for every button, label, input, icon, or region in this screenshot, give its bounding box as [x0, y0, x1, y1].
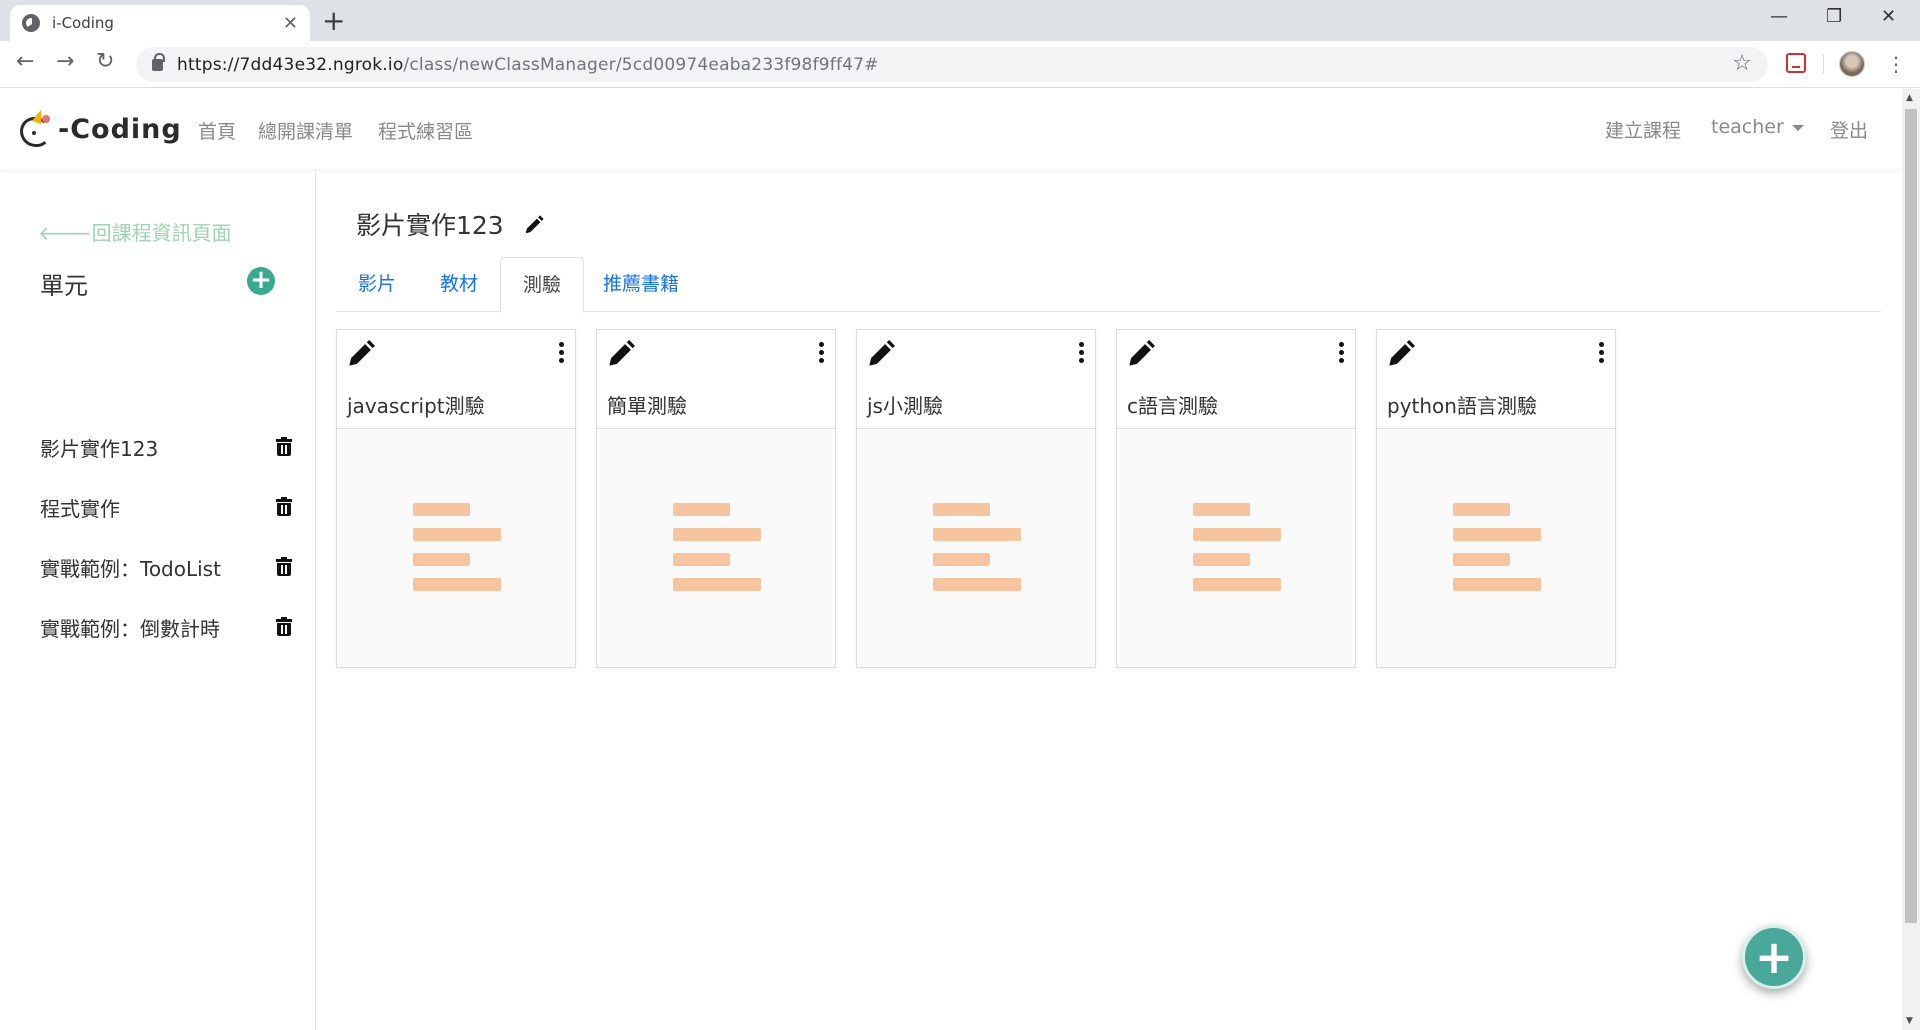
url-host: https://7dd43e32.ngrok.io: [177, 54, 404, 75]
quiz-placeholder-image: [1117, 430, 1355, 667]
scrollbar-thumb[interactable]: [1905, 109, 1917, 923]
user-name: teacher: [1711, 116, 1784, 138]
units-title: 單元: [40, 272, 88, 300]
back-to-course-link[interactable]: 🡐回課程資訊頁面: [38, 217, 232, 246]
edit-quiz-icon[interactable]: [1387, 340, 1415, 372]
unit-item[interactable]: 實戰範例：倒數計時: [40, 613, 300, 643]
quiz-card-header: python語言測驗: [1377, 330, 1615, 429]
browser-tab-title: i-Coding: [52, 14, 114, 32]
caret-down-icon: [1791, 124, 1804, 131]
back-link-label: 回課程資訊頁面: [91, 221, 232, 245]
new-tab-icon[interactable]: +: [322, 6, 345, 36]
quiz-title: python語言測驗: [1387, 394, 1537, 418]
browser-menu-icon[interactable]: ⋮: [1886, 52, 1906, 76]
profile-avatar[interactable]: [1839, 51, 1865, 77]
edit-quiz-icon[interactable]: [607, 340, 635, 372]
close-tab-icon[interactable]: ✕: [283, 13, 298, 34]
forward-arrow-icon[interactable]: →: [56, 49, 74, 74]
more-options-icon[interactable]: [1079, 342, 1085, 364]
quiz-card-header: c語言測驗: [1117, 330, 1355, 429]
quiz-card[interactable]: js小測驗: [856, 329, 1096, 668]
unit-label: 實戰範例：TodoList: [40, 557, 221, 581]
unit-item[interactable]: 影片實作123: [40, 433, 300, 463]
trash-icon[interactable]: [276, 497, 292, 516]
logo-text: -Coding: [58, 113, 182, 145]
quiz-placeholder-image: [597, 430, 835, 667]
quiz-title: 簡單測驗: [607, 394, 687, 418]
browser-tab-strip: i-Coding ✕ + — ❐ ✕: [0, 0, 1920, 41]
unit-label: 實戰範例：倒數計時: [40, 617, 220, 641]
page-scrollbar[interactable]: ▲ ▼: [1902, 89, 1920, 1030]
quiz-card[interactable]: python語言測驗: [1376, 329, 1616, 668]
page: -Coding 首頁 總開課清單 程式練習區 建立課程 teacher 登出 🡐…: [0, 89, 1902, 1030]
quiz-card-header: javascript測驗: [337, 330, 575, 429]
unit-sidebar: 🡐回課程資訊頁面 單元 + 影片實作123 程式實作 實戰範例：TodoList…: [0, 169, 316, 1030]
create-course-link[interactable]: 建立課程: [1605, 116, 1681, 143]
edit-quiz-icon[interactable]: [867, 340, 895, 372]
arrow-left-icon: 🡐: [38, 221, 92, 245]
quiz-card[interactable]: 簡單測驗: [596, 329, 836, 668]
url-path: /class/newClassManager/5cd00974eaba233f9…: [403, 54, 879, 75]
edit-quiz-icon[interactable]: [1127, 340, 1155, 372]
more-options-icon[interactable]: [559, 342, 565, 364]
scroll-down-icon[interactable]: ▼: [1906, 1016, 1913, 1026]
unit-item[interactable]: 實戰範例：TodoList: [40, 553, 300, 583]
quiz-title: c語言測驗: [1127, 394, 1218, 418]
minimize-icon[interactable]: —: [1770, 6, 1788, 27]
edit-quiz-icon[interactable]: [347, 340, 375, 372]
nav-link-course-list[interactable]: 總開課清單: [258, 117, 353, 144]
quiz-placeholder-image: [1377, 430, 1615, 667]
address-bar[interactable]: https://7dd43e32.ngrok.io/class/newClass…: [136, 47, 1768, 82]
more-options-icon[interactable]: [1599, 342, 1605, 364]
logout-link[interactable]: 登出: [1830, 116, 1868, 143]
restore-icon[interactable]: ❐: [1826, 6, 1842, 27]
quiz-card-header: 簡單測驗: [597, 330, 835, 429]
quiz-title: js小測驗: [867, 394, 943, 418]
main-content: 影片實作123 影片 教材 測驗 推薦書籍 javascript測驗 簡單測驗 …: [336, 169, 1881, 1030]
browser-tab[interactable]: i-Coding ✕: [10, 5, 310, 41]
quiz-placeholder-image: [337, 430, 575, 667]
nav-link-practice[interactable]: 程式練習區: [378, 117, 473, 144]
browser-toolbar: ← → ↻ https://7dd43e32.ngrok.io/class/ne…: [0, 41, 1920, 88]
quiz-placeholder-image: [857, 430, 1095, 667]
add-unit-button[interactable]: +: [247, 267, 275, 295]
nav-link-home[interactable]: 首頁: [198, 117, 236, 144]
unicorn-logo-icon: [18, 107, 58, 149]
quiz-card[interactable]: javascript測驗: [336, 329, 576, 668]
toolbar-divider: [1823, 54, 1824, 74]
reload-icon[interactable]: ↻: [96, 49, 114, 74]
quiz-card-header: js小測驗: [857, 330, 1095, 429]
url-text: https://7dd43e32.ngrok.io/class/newClass…: [177, 55, 879, 75]
unit-label: 程式實作: [40, 497, 120, 521]
more-options-icon[interactable]: [819, 342, 825, 364]
unit-title: 影片實作123: [356, 211, 504, 240]
user-dropdown[interactable]: teacher: [1711, 116, 1804, 138]
trash-icon[interactable]: [276, 557, 292, 576]
trash-icon[interactable]: [276, 617, 292, 636]
site-logo[interactable]: -Coding: [18, 107, 182, 149]
edit-unit-title-icon[interactable]: [523, 214, 545, 240]
bookmark-star-icon[interactable]: ☆: [1732, 51, 1752, 76]
window-close-icon[interactable]: ✕: [1881, 6, 1896, 27]
site-navbar: -Coding 首頁 總開課清單 程式練習區 建立課程 teacher 登出: [0, 89, 1902, 169]
tab-books[interactable]: 推薦書籍: [581, 257, 701, 312]
scroll-up-icon[interactable]: ▲: [1906, 93, 1913, 103]
back-arrow-icon[interactable]: ←: [16, 49, 34, 74]
more-options-icon[interactable]: [1339, 342, 1345, 364]
tab-video[interactable]: 影片: [336, 257, 418, 312]
tab-material[interactable]: 教材: [418, 257, 500, 312]
lock-icon: [152, 52, 165, 71]
quiz-title: javascript測驗: [347, 394, 485, 418]
globe-icon: [22, 14, 40, 32]
add-quiz-fab-button[interactable]: +: [1742, 925, 1806, 989]
pocket-extension-icon[interactable]: [1786, 53, 1806, 73]
tab-quiz[interactable]: 測驗: [500, 257, 585, 313]
unit-item[interactable]: 程式實作: [40, 493, 300, 523]
unit-label: 影片實作123: [40, 437, 159, 461]
trash-icon[interactable]: [276, 437, 292, 456]
quiz-card[interactable]: c語言測驗: [1116, 329, 1356, 668]
content-tabs: 影片 教材 測驗 推薦書籍: [336, 257, 1881, 313]
